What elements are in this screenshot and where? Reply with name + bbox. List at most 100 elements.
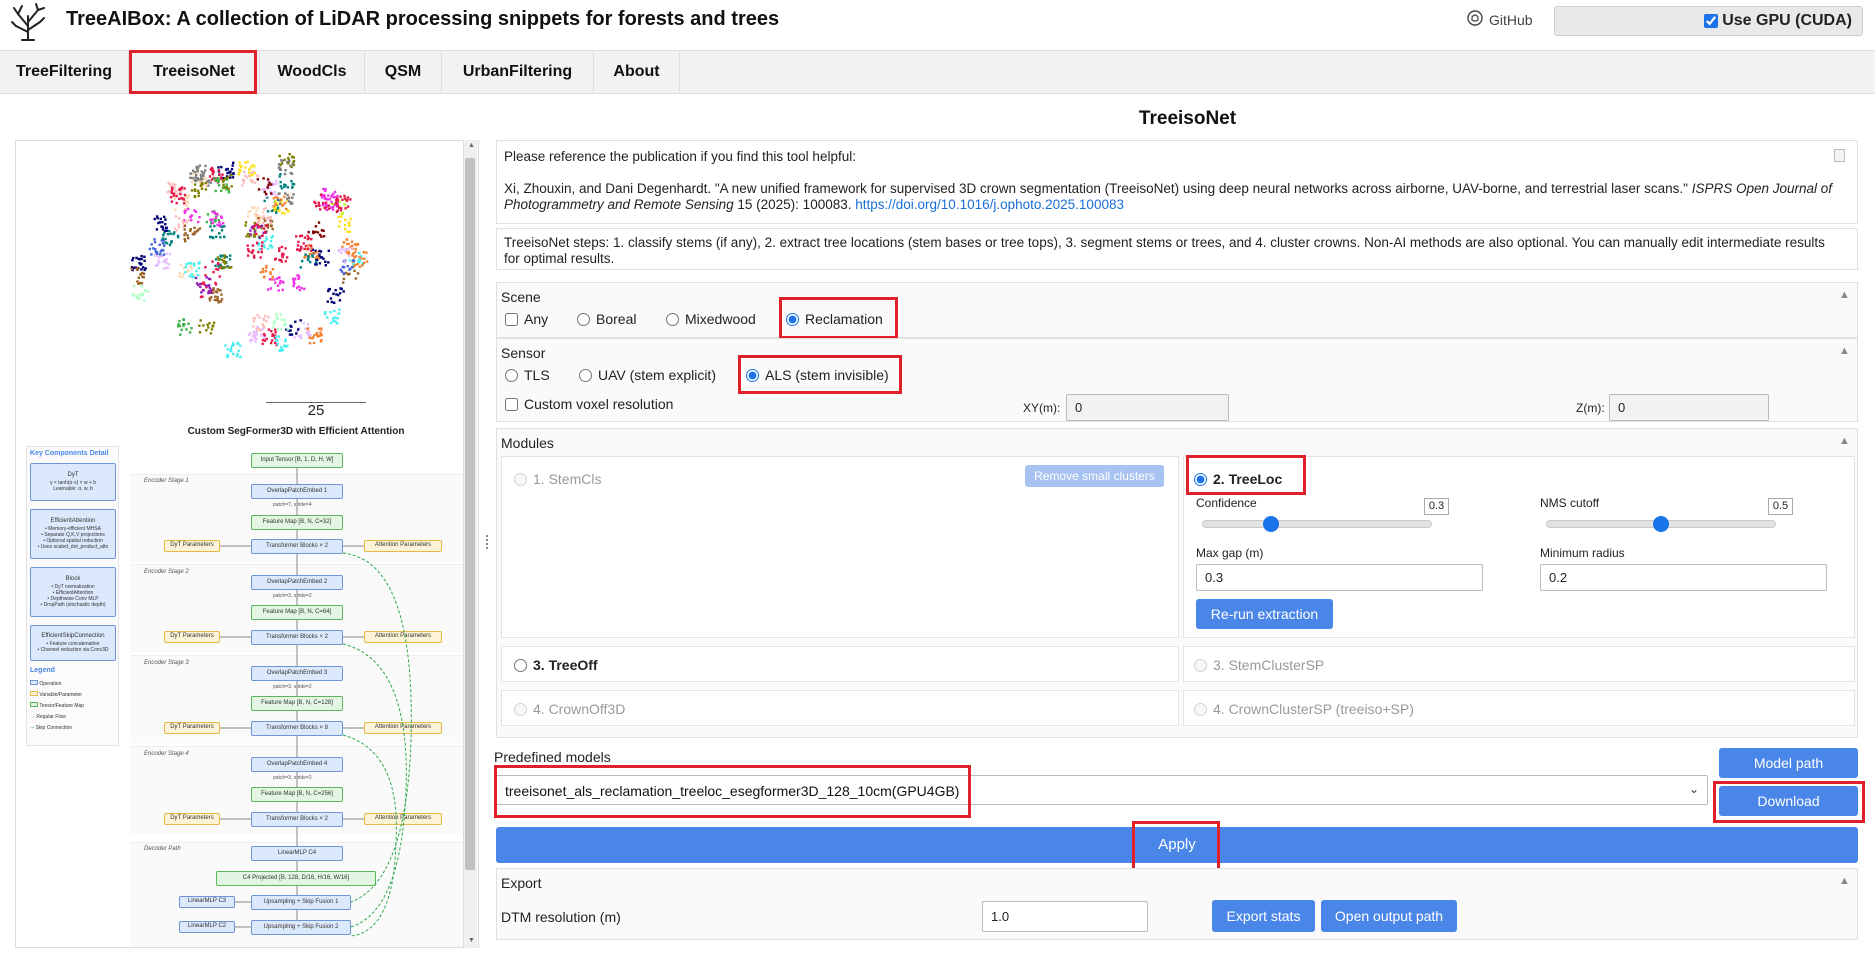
min-radius-input[interactable] [1540, 564, 1827, 591]
scene-mixedwood-option[interactable]: Mixedwood [666, 311, 756, 327]
point-cloud-point [288, 153, 291, 156]
collapse-arrow-icon[interactable]: ▲ [1839, 345, 1850, 357]
point-cloud-point [213, 224, 216, 228]
doi-link[interactable]: https://doi.org/10.1016/j.ophoto.2025.10… [855, 197, 1124, 212]
panel-splitter[interactable] [483, 140, 491, 948]
sensor-uav-radio[interactable] [579, 368, 592, 382]
scene-any-option[interactable]: Any [505, 311, 548, 327]
point-cloud-point [194, 276, 198, 280]
point-cloud-point [317, 201, 320, 204]
custom-voxel-option[interactable]: Custom voxel resolution [505, 396, 673, 412]
point-cloud-point [232, 161, 235, 164]
dtm-resolution-input[interactable] [982, 901, 1148, 932]
model-path-button[interactable]: Model path [1719, 748, 1858, 778]
tab-urbanfiltering[interactable]: UrbanFiltering [442, 51, 594, 94]
scene-boreal-radio[interactable] [577, 312, 590, 326]
tab-qsm[interactable]: QSM [365, 51, 442, 94]
point-cloud-point [170, 241, 173, 244]
point-cloud-point [293, 282, 296, 285]
point-cloud-point [343, 197, 347, 200]
point-cloud-point [239, 355, 242, 359]
custom-voxel-checkbox[interactable] [505, 397, 518, 411]
scroll-down-icon[interactable]: ▼ [468, 937, 475, 944]
scene-reclamation-option[interactable]: Reclamation [786, 311, 883, 327]
tab-treeisonet[interactable]: TreeisoNet [129, 51, 260, 94]
point-cloud-point [226, 355, 229, 359]
diagram-scrollbar-thumb[interactable] [465, 158, 475, 870]
stemclustersp-option[interactable]: 3. StemClusterSP [1194, 657, 1324, 673]
point-cloud-point [175, 229, 178, 232]
z-input[interactable] [1609, 394, 1769, 421]
point-cloud-point [343, 194, 346, 198]
stemcls-radio[interactable] [514, 472, 527, 486]
scene-reclamation-radio[interactable] [786, 312, 799, 326]
sensor-title: Sensor [501, 345, 546, 361]
max-gap-input[interactable] [1196, 564, 1483, 591]
collapse-arrow-icon[interactable]: ▲ [1839, 289, 1850, 301]
confidence-slider[interactable] [1202, 520, 1432, 528]
treeloc-option[interactable]: 2. TreeLoc [1194, 471, 1282, 487]
point-cloud-point [199, 285, 202, 289]
sensor-als-option[interactable]: ALS (stem invisible) [746, 367, 889, 383]
tab-treefiltering[interactable]: TreeFiltering [0, 51, 129, 94]
crownclustersp-radio[interactable] [1194, 702, 1207, 716]
point-cloud-point [216, 256, 220, 259]
scene-mixedwood-radio[interactable] [666, 312, 679, 326]
gpu-toggle[interactable]: Use GPU (CUDA) [1704, 12, 1852, 30]
point-cloud-point [358, 255, 361, 259]
point-cloud-preview [130, 153, 369, 359]
point-cloud-point [217, 166, 220, 169]
point-cloud-point [278, 282, 282, 285]
model-select[interactable]: treeisonet_als_reclamation_treeloc_esegf… [496, 775, 1708, 805]
sensor-uav-option[interactable]: UAV (stem explicit) [579, 367, 716, 383]
point-cloud-point [295, 332, 298, 335]
crownoff3d-radio[interactable] [514, 702, 527, 716]
remove-small-clusters-button[interactable]: Remove small clusters [1025, 465, 1164, 487]
sensor-tls-option[interactable]: TLS [505, 367, 550, 383]
point-cloud-point [254, 340, 257, 343]
point-cloud-point [236, 342, 239, 345]
rerun-extraction-button[interactable]: Re-run extraction [1196, 599, 1333, 629]
open-output-path-button[interactable]: Open output path [1321, 900, 1457, 932]
point-cloud-point [340, 212, 343, 216]
nms-slider-thumb[interactable] [1653, 516, 1669, 532]
sensor-als-radio[interactable] [746, 368, 759, 382]
treeaibox-logo-icon [10, 2, 46, 42]
crownclustersp-option[interactable]: 4. CrownClusterSP (treeiso+SP) [1194, 701, 1414, 717]
point-cloud-point [341, 198, 344, 201]
stemclustersp-radio[interactable] [1194, 658, 1207, 672]
point-cloud-point [214, 283, 218, 286]
collapse-arrow-icon[interactable]: ▲ [1839, 435, 1850, 447]
treeoff-option[interactable]: 3. TreeOff [514, 657, 598, 673]
github-link[interactable]: GitHub [1467, 10, 1533, 29]
treeoff-radio[interactable] [514, 658, 527, 672]
gpu-checkbox[interactable] [1704, 14, 1719, 28]
point-cloud-point [139, 263, 142, 266]
scroll-up-icon[interactable]: ▲ [468, 142, 475, 149]
point-cloud-point [207, 326, 210, 329]
point-cloud-point [261, 241, 264, 244]
xy-input[interactable] [1066, 394, 1229, 421]
point-cloud-point [339, 215, 343, 218]
point-cloud-point [255, 333, 259, 336]
scene-boreal-option[interactable]: Boreal [577, 311, 636, 327]
collapse-arrow-icon[interactable]: ▲ [1839, 875, 1850, 887]
legend-list: Operation Variable/Parameter Tensor/Feat… [30, 679, 84, 734]
crownoff3d-option[interactable]: 4. CrownOff3D [514, 701, 625, 717]
architecture-diagram-panel[interactable]: 25 Custom SegFormer3D with Efficient Att… [15, 140, 479, 948]
treeloc-radio[interactable] [1194, 472, 1207, 486]
sensor-tls-radio[interactable] [505, 368, 518, 382]
stemcls-option[interactable]: 1. StemCls [514, 471, 601, 487]
point-cloud-point [282, 281, 285, 284]
point-cloud-point [161, 221, 164, 224]
apply-button[interactable]: Apply [496, 827, 1858, 863]
scene-any-checkbox[interactable] [505, 312, 518, 326]
export-stats-button[interactable]: Export stats [1212, 900, 1315, 932]
confidence-slider-thumb[interactable] [1263, 516, 1279, 532]
tab-about[interactable]: About [594, 51, 680, 94]
point-cloud-point [202, 324, 205, 327]
tab-woodcls[interactable]: WoodCls [260, 51, 365, 94]
download-button[interactable]: Download [1719, 786, 1858, 816]
point-cloud-point [193, 189, 197, 192]
app-title: TreeAIBox: A collection of LiDAR process… [66, 8, 780, 30]
